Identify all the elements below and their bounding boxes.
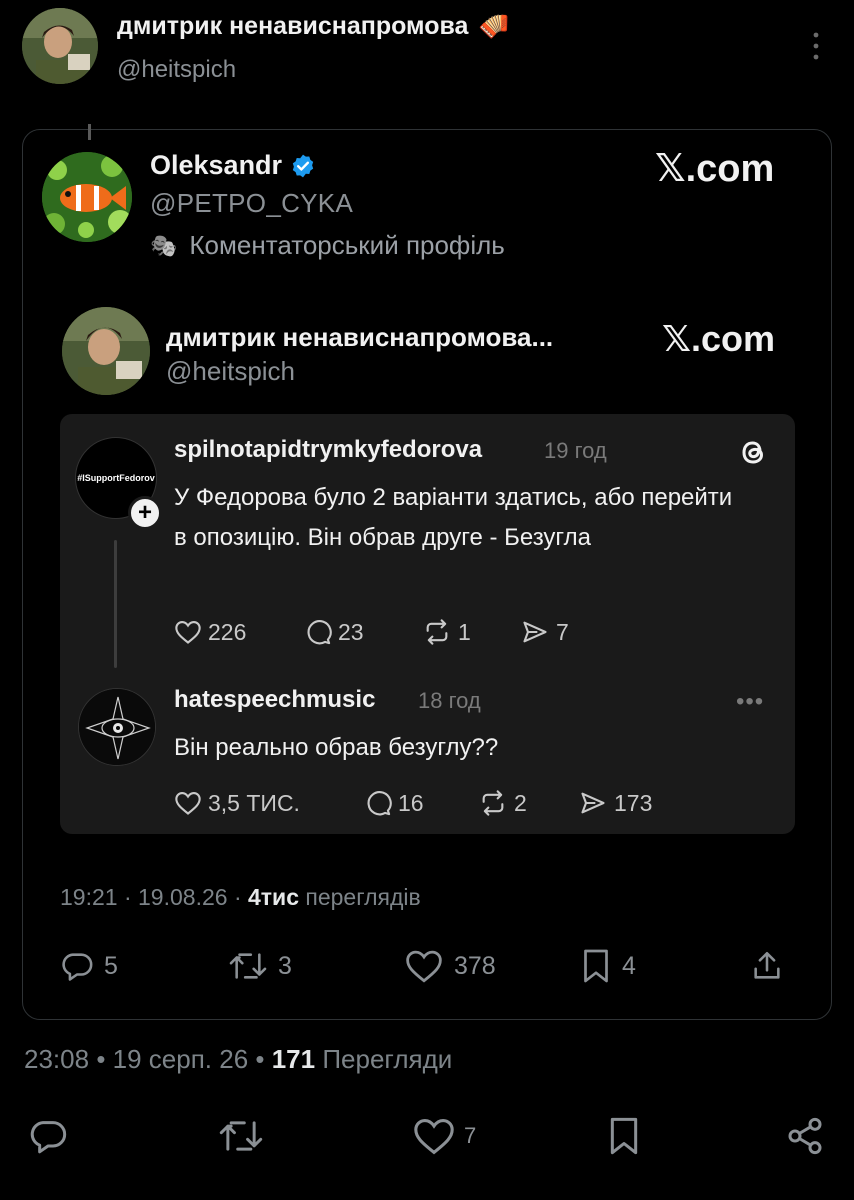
oleksandr-name-text: Oleksandr [150, 150, 283, 180]
quoted-repost-button[interactable]: 3 [228, 948, 292, 984]
reply-thread-line [114, 540, 117, 668]
bookmark-count: 4 [622, 951, 636, 980]
threads-username[interactable]: spilnotapidtrymkyfedorova [174, 436, 482, 464]
author-handle[interactable]: @heitspich [117, 56, 236, 84]
inner-author-name[interactable]: дмитрик ненависнапромова... [166, 322, 553, 353]
reply-repost-stat[interactable]: 2 [478, 787, 527, 819]
more-options-icon[interactable] [806, 30, 826, 62]
quoted-time: 19:21 [60, 884, 118, 910]
inner-author-handle[interactable]: @heitspich [166, 356, 295, 387]
like-count: 378 [454, 951, 496, 980]
inner-author-avatar[interactable] [62, 307, 150, 395]
post-views-count: 171 [271, 1044, 316, 1074]
threads-post-time: 19 год [544, 438, 607, 463]
post-meta: 23:08 • 19 серп. 26 • 171 Перегляди [24, 1044, 452, 1075]
reply-button[interactable] [28, 1116, 68, 1156]
heart-icon [174, 790, 202, 816]
reply-count: 16 [398, 789, 424, 816]
send-icon [520, 618, 550, 646]
reply-reply-stat[interactable]: 16 [364, 787, 424, 819]
reply-icon [60, 949, 94, 983]
repost-icon [478, 789, 508, 817]
quoted-date: 19.08.26 [138, 884, 228, 910]
reply-count: 23 [338, 618, 364, 645]
threads-reply-stat[interactable]: 23 [304, 616, 364, 648]
bio-text: Коментаторський профіль [189, 230, 505, 260]
share-count: 7 [556, 618, 569, 645]
quoted-post-meta: 19:21 · 19.08.26 · 4тис переглядів [60, 884, 421, 911]
threads-like-stat[interactable]: 226 [174, 616, 246, 648]
oleksandr-name[interactable]: Oleksandr [150, 150, 316, 181]
post-views-label: Перегляди [322, 1044, 453, 1074]
like-count: 226 [208, 618, 247, 645]
repost-count: 1 [458, 618, 471, 645]
oleksandr-avatar[interactable] [42, 152, 132, 242]
comment-icon [304, 618, 332, 646]
oleksandr-bio: 🎭 Коментаторський профіль [150, 230, 505, 261]
quoted-bookmark-button[interactable]: 4 [580, 948, 636, 984]
threads-share-stat[interactable]: 7 [520, 616, 569, 648]
repost-icon [422, 618, 452, 646]
quoted-views-label: переглядів [305, 884, 421, 910]
x-com-watermark: 𝕏.com [655, 148, 775, 190]
heart-icon [412, 1116, 456, 1156]
author-name[interactable]: дмитрик ненависнапромова 🪗 [117, 12, 510, 41]
hatespeech-username[interactable]: hatespeechmusic [174, 686, 375, 714]
separator: · [233, 884, 248, 910]
post-time: 23:08 [24, 1044, 90, 1074]
threads-logo-icon [735, 434, 771, 470]
quoted-views-count: 4тис [248, 884, 299, 910]
separator: • [96, 1044, 113, 1074]
bookmark-button[interactable] [606, 1116, 642, 1156]
like-button[interactable]: 7 [412, 1116, 476, 1156]
avatar-hashtag-text: #ISupportFedorov [77, 473, 155, 483]
accordion-emoji: 🪗 [478, 12, 510, 40]
send-icon [578, 789, 608, 817]
hatespeech-avatar[interactable] [78, 688, 156, 766]
post-date: 19 серп. 26 [112, 1044, 249, 1074]
comment-icon [364, 789, 392, 817]
repost-count: 3 [278, 951, 292, 980]
reply-icon [28, 1116, 68, 1156]
share-nodes-icon [784, 1116, 826, 1156]
reply-like-stat[interactable]: 3,5 ТИС. [174, 787, 300, 819]
share-count: 173 [614, 789, 653, 816]
like-count: 7 [464, 1123, 477, 1148]
follow-plus-icon[interactable]: + [128, 496, 162, 530]
author-name-text: дмитрик ненависнапромова [117, 12, 469, 40]
reply-more-icon[interactable]: ••• [736, 688, 764, 716]
repost-count: 2 [514, 789, 527, 816]
threads-post-text: У Федорова було 2 варіанти здатись, або … [174, 484, 733, 551]
retweet-icon [228, 949, 268, 983]
share-icon [750, 949, 784, 983]
oleksandr-handle[interactable]: @PETPO_CYKA [150, 188, 353, 219]
verified-badge-icon [290, 153, 316, 179]
heart-icon [404, 948, 444, 984]
bookmark-icon [606, 1116, 642, 1156]
threads-repost-stat[interactable]: 1 [422, 616, 471, 648]
quoted-share-button[interactable] [750, 948, 784, 984]
repost-button[interactable] [218, 1116, 264, 1156]
theater-masks-icon: 🎭 [150, 232, 178, 258]
like-count: 3,5 ТИС. [208, 789, 300, 816]
hatespeech-text: Він реально обрав безуглу?? [174, 734, 499, 761]
separator: · [123, 884, 139, 910]
thread-connector [88, 124, 91, 140]
heart-icon [174, 619, 202, 645]
share-button[interactable] [784, 1116, 826, 1156]
reply-share-stat[interactable]: 173 [578, 787, 652, 819]
reply-count: 5 [104, 951, 118, 980]
bookmark-icon [580, 948, 612, 984]
quoted-reply-button[interactable]: 5 [60, 948, 118, 984]
author-avatar[interactable] [22, 8, 98, 84]
quoted-like-button[interactable]: 378 [404, 948, 496, 984]
separator: • [255, 1044, 272, 1074]
hatespeech-time: 18 год [418, 688, 481, 713]
retweet-icon [218, 1116, 264, 1156]
x-com-watermark-inner: 𝕏.com [662, 318, 776, 359]
